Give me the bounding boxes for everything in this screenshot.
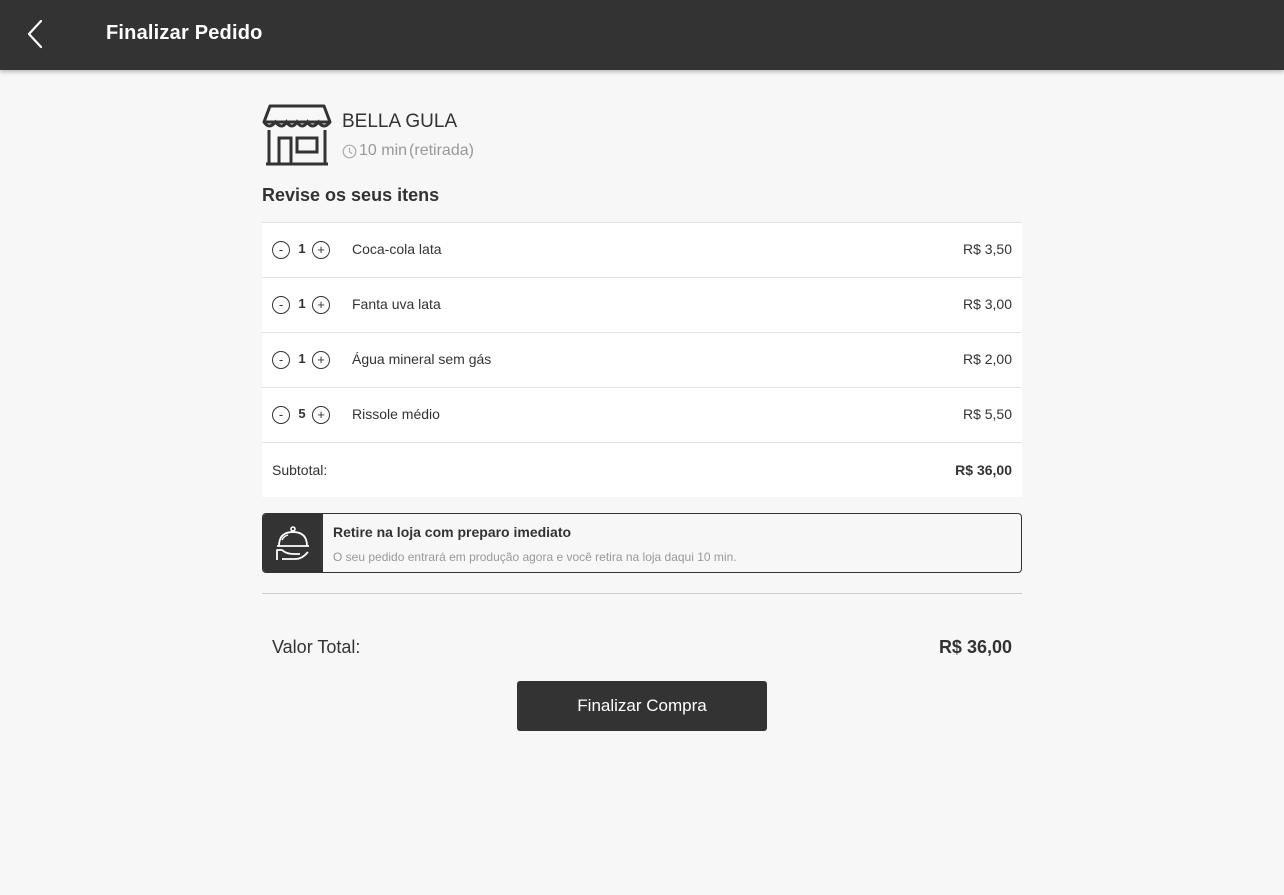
quantity: 5: [298, 406, 306, 421]
item-price: R$ 5,50: [962, 406, 1012, 422]
section-title: Revise os seus itens: [262, 185, 440, 205]
list-item: - 1 + Fanta uva lata R$ 3,00: [262, 278, 1022, 333]
quantity: 1: [298, 351, 306, 366]
divider: [262, 593, 1022, 594]
increase-qty-button[interactable]: +: [312, 241, 330, 259]
finish-purchase-button[interactable]: Finalizar Compra: [517, 681, 767, 731]
item-price: R$ 3,00: [962, 296, 1012, 312]
increase-qty-button[interactable]: +: [312, 406, 330, 424]
order-items: - 1 + Coca-cola lata R$ 3,50 - 1 + Fanta…: [262, 222, 1022, 497]
prep-time: 10 min: [359, 142, 408, 159]
store-time: 10 min (retirada): [342, 142, 474, 160]
quantity: 1: [298, 241, 306, 256]
list-item: - 1 + Água mineral sem gás R$ 2,00: [262, 333, 1022, 388]
list-item: - 1 + Coca-cola lata R$ 3,50: [262, 223, 1022, 278]
item-name: Água mineral sem gás: [352, 351, 492, 367]
order-mode: (retirada): [409, 142, 474, 159]
clock-icon: [342, 144, 357, 158]
cloche-serving-icon: [276, 526, 309, 560]
pickup-title: Retire na loja com preparo imediato: [333, 524, 572, 540]
pickup-description: O seu pedido entrará em produção agora e…: [333, 550, 737, 564]
store-name: BELLA GULA: [342, 111, 458, 132]
item-price: R$ 2,00: [962, 351, 1012, 367]
decrease-qty-button[interactable]: -: [272, 406, 290, 424]
item-price: R$ 3,50: [962, 241, 1012, 257]
item-name: Fanta uva lata: [352, 296, 441, 312]
decrease-qty-button[interactable]: -: [272, 241, 290, 259]
total-label: Valor Total:: [272, 637, 361, 657]
item-name: Rissole médio: [352, 406, 440, 422]
store-info: BELLA GULA 10 min (retirada): [262, 104, 1022, 174]
list-item: - 5 + Rissole médio R$ 5,50: [262, 388, 1022, 443]
decrease-qty-button[interactable]: -: [272, 351, 290, 369]
decrease-qty-button[interactable]: -: [272, 296, 290, 314]
subtotal-label: Subtotal:: [272, 462, 328, 478]
back-button[interactable]: [18, 14, 52, 54]
pickup-icon-box: [263, 514, 323, 572]
subtotal-value: R$ 36,00: [955, 462, 1012, 478]
increase-qty-button[interactable]: +: [312, 351, 330, 369]
increase-qty-button[interactable]: +: [312, 296, 330, 314]
checkout-content: BELLA GULA 10 min (retirada) Revise os s…: [262, 104, 1022, 731]
item-name: Coca-cola lata: [352, 241, 442, 257]
storefront-icon: [262, 104, 332, 166]
page-title: Finalizar Pedido: [106, 22, 263, 44]
top-app-bar: Finalizar Pedido: [0, 0, 1284, 70]
total-value: R$ 36,00: [938, 637, 1012, 657]
pickup-option[interactable]: Retire na loja com preparo imediato O se…: [262, 513, 1022, 573]
quantity: 1: [298, 296, 306, 311]
chevron-left-icon: [27, 19, 43, 49]
subtotal-row: Subtotal: R$ 36,00: [262, 443, 1022, 497]
